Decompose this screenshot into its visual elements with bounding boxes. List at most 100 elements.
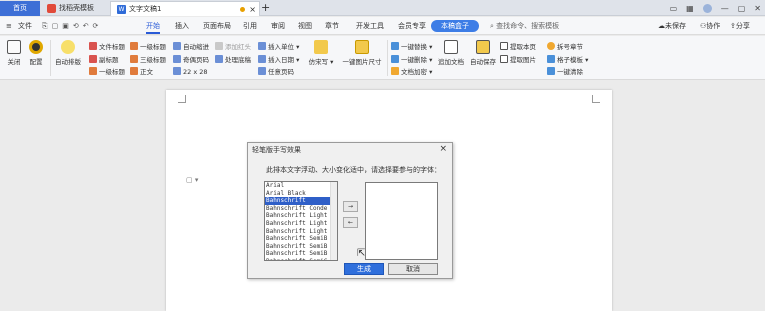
font-list-item[interactable]: Bahnschrift Light — [265, 228, 337, 236]
add-font-button[interactable]: → — [343, 201, 358, 212]
process-draft-button[interactable]: 处理底稿 — [215, 55, 251, 65]
menu-insert[interactable]: 插入 — [175, 17, 189, 35]
tab-close-button[interactable]: × — [249, 2, 256, 17]
page-num-icon — [173, 55, 181, 63]
listbox-scrollbar[interactable] — [330, 182, 337, 260]
config-button[interactable]: 配置 — [27, 40, 45, 66]
apps-grid-icon[interactable]: ▦ — [686, 4, 694, 13]
close-label: 关闭 — [7, 58, 21, 66]
share-label: 分享 — [735, 22, 750, 30]
menu-box-active[interactable]: 本稿盒子 — [431, 20, 479, 32]
heading3-button[interactable]: 三级标题 — [130, 55, 166, 65]
maximize-icon[interactable]: ▢ — [738, 4, 746, 13]
add-redhead-label: 添加红头 — [225, 43, 251, 51]
generate-button[interactable]: 生成 — [344, 263, 384, 275]
insert-date-button[interactable]: 插入日期 ▾ — [258, 55, 299, 65]
menu-references[interactable]: 引用 — [243, 17, 257, 35]
tab-document[interactable]: W 文字文稿1 × — [110, 1, 260, 16]
extract-page-button[interactable]: 提取本页 — [500, 42, 536, 52]
command-search[interactable]: ⌕ 查找命令、搜索模板 — [490, 17, 559, 35]
grid-template-button[interactable]: 格子模板 ▾ — [547, 55, 588, 65]
font-list-item[interactable]: Bahnschrift SemiC — [265, 258, 337, 260]
unsaved-status[interactable]: ☁未保存 — [658, 17, 686, 35]
menu-section[interactable]: 章节 — [325, 17, 339, 35]
normal-text-button[interactable]: 正文 — [130, 67, 153, 77]
remove-font-button[interactable]: ← — [343, 217, 358, 228]
append-doc-button[interactable]: 追加文档 — [437, 40, 465, 66]
tab-templates-label: 找稻壳模板 — [59, 4, 94, 12]
menu-file[interactable]: 文件 — [18, 17, 32, 35]
avatar[interactable] — [702, 3, 712, 13]
font-list-item[interactable]: Bahnschrift Conde — [265, 205, 337, 213]
pen-icon — [314, 40, 328, 54]
extract-image-button[interactable]: 提取图片 — [500, 55, 536, 65]
hamburger-icon[interactable]: ≡ — [6, 17, 12, 35]
subtitle-button[interactable]: 副标题 — [89, 55, 119, 65]
replace-icon — [391, 42, 399, 50]
auto-format-button[interactable]: 自动排版 — [53, 40, 83, 66]
close-button[interactable]: 关闭 — [6, 40, 22, 66]
font-listbox[interactable]: Arial Arial Black Bahnschrift Bahnschrift C… — [264, 181, 338, 261]
paste-options-icon[interactable]: ▢ ▾ — [186, 176, 198, 184]
extract-page-icon — [500, 42, 508, 50]
share-button[interactable]: ⇪分享 — [730, 17, 750, 35]
convert-book-button[interactable]: 拆号章节 — [547, 42, 583, 52]
doc-encrypt-button[interactable]: 文档加密 ▾ — [391, 67, 432, 77]
grid-template-label: 格子模板 — [557, 56, 583, 64]
font-list-item[interactable]: Arial — [265, 182, 337, 190]
auto-save-button[interactable]: 自动保存 — [469, 40, 497, 66]
h1-icon — [89, 67, 97, 75]
menu-member[interactable]: 会员专享 — [398, 17, 426, 35]
menu-developer[interactable]: 开发工具 — [356, 17, 384, 35]
arrange-page-button[interactable]: 任意页码 — [258, 67, 294, 77]
menu-home[interactable]: 开始 — [146, 17, 160, 35]
indent-icon — [173, 42, 181, 50]
dialog-close-button[interactable]: × — [439, 144, 447, 154]
heading-doc-label: 文件标题 — [99, 43, 125, 51]
font-list-item[interactable]: Bahnschrift SemiB — [265, 243, 337, 251]
heading-doc-button[interactable]: 文件标题 — [89, 42, 125, 52]
insert-unit-button[interactable]: 插入单位 ▾ — [258, 42, 299, 52]
auto-indent-button[interactable]: 自动缩进 — [173, 42, 209, 52]
handwriting-dialog: 轻笔版手写效果 × 此排本文字浮动、大小变化适中，请选择要参与的字体： Aria… — [247, 142, 453, 279]
cancel-button[interactable]: 取消 — [388, 263, 438, 275]
unit-icon — [258, 42, 266, 50]
page-size-button[interactable]: 22 x 28 — [173, 67, 208, 77]
one-key-delete-button[interactable]: 一键删除 ▾ — [391, 55, 432, 65]
odd-even-page-button[interactable]: 奇偶页码 — [173, 55, 209, 65]
image-size-button[interactable]: 一键图片尺寸 — [340, 40, 384, 66]
menu-review[interactable]: 审阅 — [271, 17, 285, 35]
auto-save-label: 自动保存 — [470, 58, 496, 66]
selected-fonts-box[interactable] — [365, 182, 438, 260]
menu-view[interactable]: 视图 — [298, 17, 312, 35]
font-list-item[interactable]: Bahnschrift SemiB — [265, 250, 337, 258]
font-list-item[interactable]: Bahnschrift Light — [265, 220, 337, 228]
calendar-icon — [258, 55, 266, 63]
extract-image-label: 提取图片 — [510, 56, 536, 64]
tab-home[interactable]: 首页 — [0, 1, 40, 16]
add-redhead-button[interactable]: 添加红头 — [215, 42, 251, 52]
collaborate-button[interactable]: ⚇协作 — [700, 17, 720, 35]
font-list-item[interactable]: Bahnschrift Light — [265, 212, 337, 220]
page-size-label: 22 x 28 — [183, 68, 208, 76]
heading1-button[interactable]: 一级标题 — [130, 42, 166, 52]
one-key-replace-button[interactable]: 一键替换 ▾ — [391, 42, 432, 52]
layout-icon[interactable]: ▭ — [670, 4, 678, 13]
new-tab-button[interactable]: + — [261, 0, 270, 15]
minimize-icon[interactable]: — — [721, 4, 729, 13]
close-window-icon[interactable]: ✕ — [754, 4, 761, 13]
font-list-item[interactable]: Arial Black — [265, 190, 337, 198]
heading1-small-label: 一级标题 — [99, 68, 125, 76]
imitate-font-button[interactable]: 仿宋写 ▾ — [308, 40, 334, 66]
heading1-small-button[interactable]: 一级标题 — [89, 67, 125, 77]
quick-access-icons[interactable]: ⎘▢▣⟲↶⟳ — [42, 17, 102, 35]
tab-document-label: 文字文稿1 — [129, 5, 162, 13]
font-list-item[interactable]: Bahnschrift SemiB — [265, 235, 337, 243]
replace-label: 一键替换 — [401, 43, 427, 51]
font-list-item[interactable]: Bahnschrift — [265, 197, 337, 205]
one-key-clean-button[interactable]: 一键清除 — [547, 67, 583, 77]
clean-icon — [547, 67, 555, 75]
grid-icon — [173, 67, 181, 75]
menu-page-layout[interactable]: 页面布局 — [203, 17, 231, 35]
tab-templates[interactable]: 找稻壳模板 — [41, 1, 103, 16]
